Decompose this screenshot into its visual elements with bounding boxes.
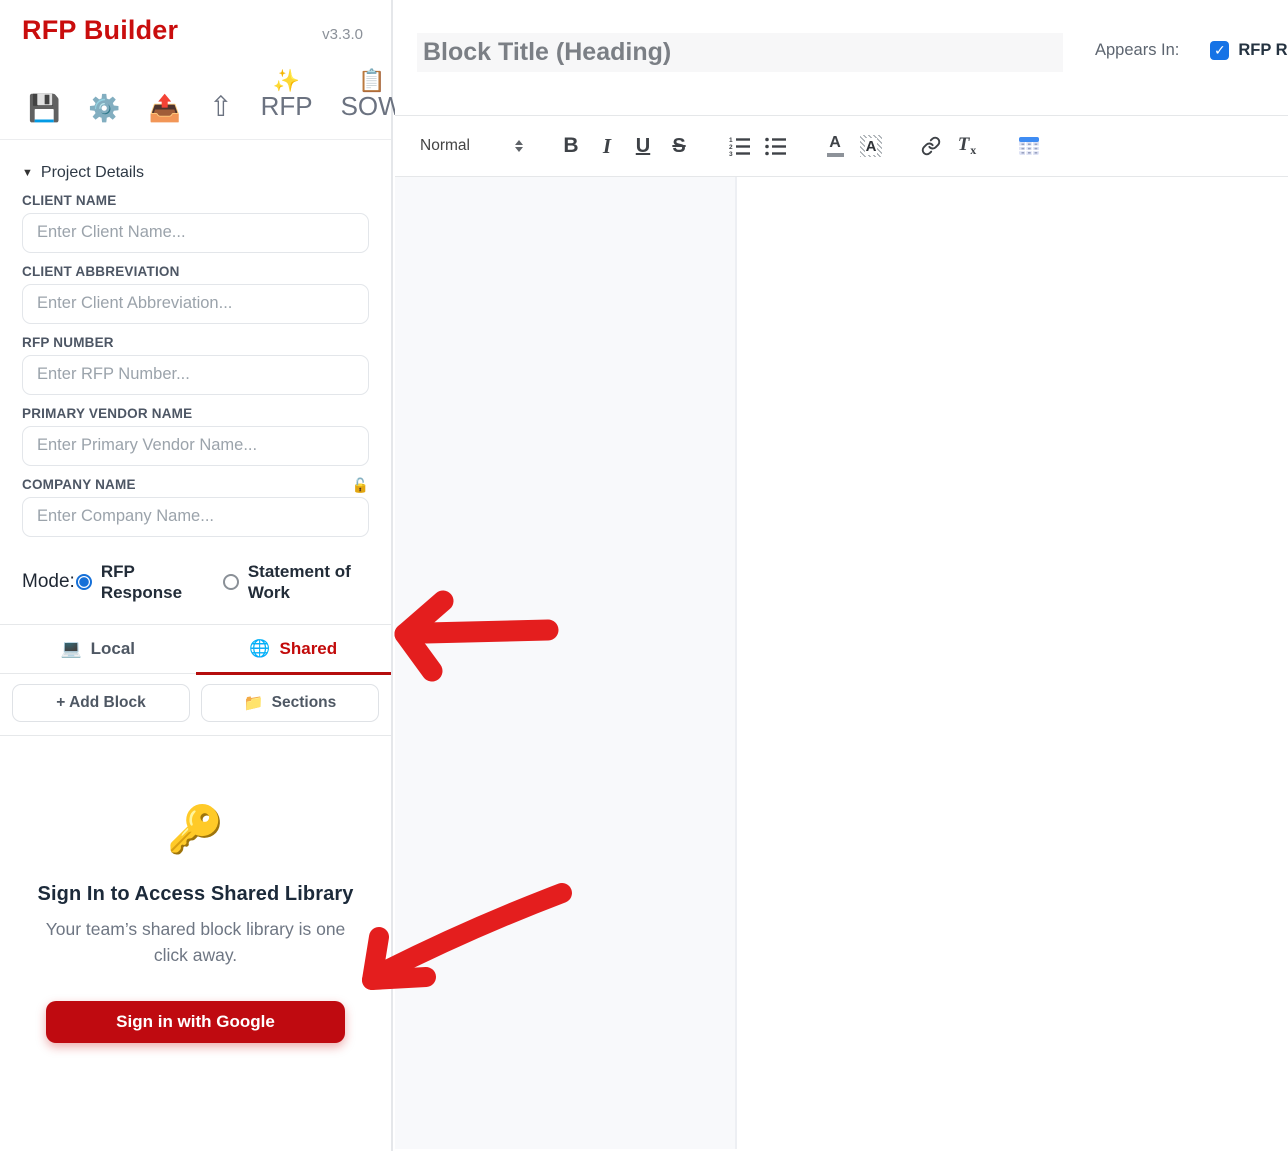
collapse-triangle-icon: ▼ — [22, 167, 33, 179]
sparkles-icon: ✨ — [273, 70, 300, 92]
laptop-icon: 💻 — [60, 639, 81, 659]
block-editor-panel: Appears In: ✓ RFP Res Normal B I U S 123 — [395, 0, 1288, 1151]
format-selector-value: Normal — [420, 137, 470, 155]
generate-sow-button[interactable]: 📋 SOW — [341, 70, 403, 121]
text-color-button[interactable]: A — [823, 131, 847, 161]
underline-button[interactable]: U — [631, 131, 655, 161]
project-details-title: Project Details — [41, 164, 144, 182]
tab-local-label: Local — [91, 639, 135, 659]
folder-icon: 📁 — [244, 693, 264, 713]
strikethrough-button[interactable]: S — [667, 131, 691, 161]
rfp-number-field-group: RFP NUMBER — [22, 335, 369, 395]
client-abbreviation-label: CLIENT ABBREVIATION — [22, 264, 369, 279]
mode-label: Mode: — [22, 571, 75, 593]
radio-unselected-icon[interactable] — [223, 574, 239, 590]
settings-gear-icon[interactable]: ⚙️ — [88, 95, 120, 121]
signin-panel: 🔑 Sign In to Access Shared Library Your … — [0, 802, 391, 1043]
globe-icon: 🌐 — [249, 639, 270, 659]
sign-in-with-google-button[interactable]: Sign in with Google — [46, 1001, 345, 1043]
editor-text-region[interactable] — [395, 177, 737, 1149]
clear-formatting-button[interactable]: Tx — [955, 131, 979, 161]
rfp-button-label: RFP — [261, 92, 313, 121]
bold-button[interactable]: B — [559, 131, 583, 161]
company-name-field-group: COMPANY NAME 🔓 — [22, 477, 369, 537]
bullet-list-button[interactable] — [763, 131, 787, 161]
import-tray-icon[interactable]: 📤 — [149, 95, 181, 121]
library-tabs: 💻 Local 🌐 Shared — [0, 624, 391, 674]
block-title-input[interactable] — [417, 33, 1063, 72]
add-block-button[interactable]: + Add Block — [12, 684, 190, 722]
app-version: v3.3.0 — [322, 26, 363, 43]
project-details-toggle[interactable]: ▼ Project Details — [22, 164, 369, 182]
svg-text:3: 3 — [729, 151, 733, 156]
client-name-field-group: CLIENT NAME — [22, 193, 369, 253]
unlock-icon: 🔓 — [352, 478, 369, 492]
text-color-icon: A — [827, 135, 844, 157]
sections-label: Sections — [272, 694, 337, 712]
mode-option-rfp-response[interactable]: RFP Response — [75, 561, 187, 604]
sidebar: RFP Builder v3.3.0 💾 ⚙️ 📤 ⇧ ✨ RFP 📋 SOW … — [0, 0, 393, 1151]
client-name-input[interactable] — [22, 213, 369, 253]
client-abbreviation-input[interactable] — [22, 284, 369, 324]
editor-toolbar: Normal B I U S 123 — [395, 115, 1288, 177]
insert-table-button[interactable] — [1015, 131, 1043, 161]
link-icon — [921, 136, 941, 156]
clipboard-icon: 📋 — [358, 70, 385, 92]
format-selector-dropdown[interactable]: Normal — [420, 137, 523, 155]
client-name-label: CLIENT NAME — [22, 193, 369, 208]
primary-vendor-input[interactable] — [22, 426, 369, 466]
mode-option-statement-of-work[interactable]: Statement of Work — [223, 561, 360, 604]
radio-selected-icon[interactable] — [76, 574, 92, 590]
mode-option-rfp-label: RFP Response — [101, 561, 187, 604]
block-editor-header: Appears In: ✓ RFP Res — [395, 0, 1288, 115]
insert-link-button[interactable] — [919, 131, 943, 161]
check-icon: ✓ — [1214, 42, 1226, 59]
project-details-section: ▼ Project Details CLIENT NAME CLIENT ABB… — [0, 140, 391, 537]
sow-button-label: SOW — [341, 92, 403, 121]
signin-heading: Sign In to Access Shared Library — [26, 883, 365, 906]
appears-in-label: Appears In: — [1095, 41, 1179, 60]
block-actions-row: + Add Block 📁 Sections — [0, 674, 391, 736]
save-icon[interactable]: 💾 — [28, 95, 60, 121]
dropdown-arrows-icon — [515, 140, 523, 152]
primary-vendor-label: PRIMARY VENDOR NAME — [22, 406, 369, 421]
appears-in-row: Appears In: ✓ RFP Res — [1095, 41, 1288, 60]
tab-local[interactable]: 💻 Local — [0, 625, 196, 673]
svg-text:2: 2 — [729, 144, 733, 151]
mode-selector: Mode: RFP Response Statement of Work — [0, 537, 391, 604]
tab-shared-label: Shared — [280, 639, 338, 659]
client-abbreviation-field-group: CLIENT ABBREVIATION — [22, 264, 369, 324]
appears-in-checkbox-checked[interactable]: ✓ — [1210, 41, 1229, 60]
clear-formatting-icon: Tx — [958, 134, 977, 159]
sidebar-header: RFP Builder v3.3.0 — [0, 0, 391, 46]
ordered-list-button[interactable]: 123 — [727, 131, 751, 161]
add-block-label: + Add Block — [56, 694, 145, 712]
sections-button[interactable]: 📁 Sections — [201, 684, 379, 722]
ordered-list-icon: 123 — [729, 136, 750, 156]
key-icon: 🔑 — [167, 802, 224, 857]
company-name-label: COMPANY NAME — [22, 477, 136, 492]
rfp-number-label: RFP NUMBER — [22, 335, 369, 350]
background-color-icon: A — [860, 135, 882, 157]
background-color-button[interactable]: A — [859, 131, 883, 161]
editor-content-area[interactable] — [395, 177, 1288, 1149]
sidebar-icon-toolbar: 💾 ⚙️ 📤 ⇧ ✨ RFP 📋 SOW — [0, 46, 391, 140]
generate-rfp-button[interactable]: ✨ RFP — [261, 70, 313, 121]
rfp-number-input[interactable] — [22, 355, 369, 395]
appears-in-checkbox-label: RFP Res — [1238, 41, 1288, 60]
svg-text:1: 1 — [729, 137, 733, 144]
italic-button[interactable]: I — [595, 131, 619, 161]
primary-vendor-field-group: PRIMARY VENDOR NAME — [22, 406, 369, 466]
signin-subtext: Your team’s shared block library is one … — [41, 916, 351, 969]
bullet-list-icon — [765, 136, 786, 156]
rfp-builder-app: RFP Builder v3.3.0 💾 ⚙️ 📤 ⇧ ✨ RFP 📋 SOW … — [0, 0, 1288, 1151]
mode-option-sow-label: Statement of Work — [248, 561, 360, 604]
tab-shared[interactable]: 🌐 Shared — [196, 625, 392, 673]
export-up-arrow-icon[interactable]: ⇧ — [209, 93, 232, 121]
app-title: RFP Builder — [22, 15, 369, 46]
company-name-input[interactable] — [22, 497, 369, 537]
table-icon — [1017, 135, 1041, 157]
